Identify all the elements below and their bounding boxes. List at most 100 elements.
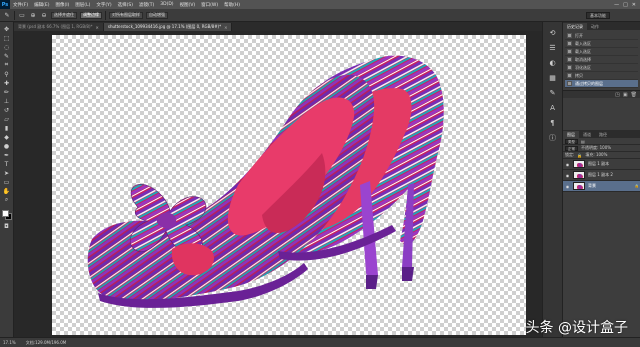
opacity-field[interactable]: 不透明度: 100% [581, 145, 611, 151]
layer-lock-row: 锁定: 🔒 填充: 100% [563, 152, 640, 159]
refine-edge-button[interactable]: 调整边缘 [80, 11, 102, 19]
history-list: 打开 载入选区 载入选区 取消选择 羽化选区 拷贝 通过拷贝的图层 [563, 30, 640, 90]
quick-mask-icon[interactable]: ◘ [1, 222, 12, 230]
menu-layer[interactable]: 图层(L) [72, 2, 93, 8]
menu-edit[interactable]: 编辑(E) [31, 2, 52, 8]
shape-tool-icon[interactable]: ▭ [1, 178, 12, 186]
visibility-eye-icon[interactable]: ◉ [565, 162, 570, 167]
history-panel-icon[interactable]: ⟲ [547, 28, 559, 37]
layer-row-selected[interactable]: ◉ 背景 🔒 [563, 181, 640, 192]
paragraph-panel-icon[interactable]: ¶ [547, 118, 559, 127]
fill-field[interactable]: 填充: 100% [585, 152, 607, 158]
separator [14, 10, 15, 20]
history-item-label: 打开 [575, 32, 583, 38]
pen-tool-icon[interactable]: ✒ [1, 151, 12, 159]
layer-row[interactable]: ◉ 图层 1 副本 [563, 159, 640, 170]
document-canvas[interactable] [52, 35, 526, 335]
close-button[interactable]: ✕ [632, 2, 636, 8]
history-panel-footer: ◳ ▣ 🗑 [563, 90, 640, 98]
crop-tool-icon[interactable]: ⌗ [1, 61, 12, 69]
history-item[interactable]: 拷贝 [565, 72, 638, 80]
lock-icon[interactable]: 🔒 [577, 153, 582, 158]
move-tool-icon[interactable]: ✥ [1, 25, 12, 33]
canvas-area[interactable] [14, 31, 542, 337]
dodge-tool-icon[interactable]: ● [1, 142, 12, 150]
document-tab-active[interactable]: shutterstock_109934416.jpg @ 17.1% (图层 0… [103, 23, 233, 31]
add-selection-icon[interactable]: ⊕ [29, 12, 37, 19]
menu-select[interactable]: 选择(S) [115, 2, 136, 8]
brush-panel-icon[interactable]: ✎ [547, 88, 559, 97]
tab-history[interactable]: 历史记录 [563, 23, 587, 30]
menu-file[interactable]: 文件(F) [10, 2, 31, 8]
filter-icon[interactable]: ▤ [581, 139, 585, 144]
marquee-tool-icon[interactable]: ⬚ [1, 34, 12, 42]
layer-thumbnail [573, 160, 585, 168]
info-panel-icon[interactable]: ⓘ [547, 133, 559, 142]
menu-3d[interactable]: 3D(D) [157, 2, 176, 7]
brush-tool-icon[interactable]: ✏ [1, 88, 12, 96]
menu-help[interactable]: 帮助(H) [221, 2, 243, 8]
new-snapshot-icon[interactable]: ◳ [615, 92, 620, 98]
tab-channels[interactable]: 通道 [579, 131, 595, 138]
tab-layers[interactable]: 图层 [563, 131, 579, 138]
zoom-level[interactable]: 17.1% [3, 340, 16, 345]
layers-panel: 图层 通道 路径 类型 ▤ 正常 不透明度: 100% 锁定: 🔒 填充: 10… [563, 130, 640, 330]
camera-icon[interactable]: ▣ [623, 92, 628, 98]
trash-icon[interactable]: 🗑 [631, 92, 637, 98]
adjustments-panel-icon[interactable]: ◐ [547, 58, 559, 67]
layer-row[interactable]: ◉ 图层 1 副本 2 [563, 170, 640, 181]
tab-paths[interactable]: 路径 [595, 131, 611, 138]
menu-image[interactable]: 图像(I) [52, 2, 72, 8]
document-tab[interactable]: 背景 (psd 副本 66.7% (图层 1, RGB/8)* ✕ [14, 23, 104, 31]
swatches-panel-icon[interactable]: ▦ [547, 73, 559, 82]
close-icon[interactable]: ✕ [96, 25, 99, 30]
layer-thumbnail [573, 171, 585, 179]
lasso-tool-icon[interactable]: ◌ [1, 43, 12, 51]
workspace-dropdown[interactable]: 基本功能 [586, 11, 610, 19]
history-item-selected[interactable]: 通过拷贝的图层 [565, 80, 638, 88]
layers-panel-tabs: 图层 通道 路径 [563, 130, 640, 138]
foreground-color-swatch[interactable] [1, 210, 9, 217]
visibility-eye-icon[interactable]: ◉ [565, 173, 570, 178]
history-item[interactable]: 载入选区 [565, 40, 638, 48]
maximize-button[interactable]: □ [623, 2, 628, 8]
zoom-tool-icon[interactable]: ⌕ [1, 196, 12, 204]
history-item[interactable]: 打开 [565, 32, 638, 40]
healing-brush-tool-icon[interactable]: ✚ [1, 79, 12, 87]
history-item[interactable]: 载入选区 [565, 48, 638, 56]
history-item-label: 载入选区 [575, 48, 591, 54]
clone-stamp-tool-icon[interactable]: ⊥ [1, 97, 12, 105]
gradient-tool-icon[interactable]: ▮ [1, 124, 12, 132]
layer-kind-dropdown[interactable]: 类型 [565, 138, 578, 144]
history-state-icon [567, 73, 572, 78]
select-and-mask-button[interactable]: 选择并遮住 [51, 11, 77, 19]
close-icon[interactable]: ✕ [224, 25, 227, 30]
eraser-tool-icon[interactable]: ▱ [1, 115, 12, 123]
history-brush-tool-icon[interactable]: ↺ [1, 106, 12, 114]
new-selection-icon[interactable]: ▭ [18, 12, 26, 19]
menu-view[interactable]: 视图(V) [177, 2, 199, 8]
document-size: 文档:129.0M/196.0M [25, 339, 67, 345]
menu-type[interactable]: 文字(Y) [93, 2, 114, 8]
type-tool-icon[interactable]: T [1, 160, 12, 168]
character-panel-icon[interactable]: A [547, 103, 559, 112]
history-item[interactable]: 取消选择 [565, 56, 638, 64]
sample-all-layers-checkbox[interactable]: 对所有图层取样 [109, 11, 143, 19]
tab-actions[interactable]: 动作 [587, 23, 603, 30]
hand-tool-icon[interactable]: ✋ [1, 187, 12, 195]
quick-select-tool-icon[interactable]: ✎ [1, 52, 12, 60]
blend-mode-dropdown[interactable]: 正常 [565, 145, 578, 151]
history-item[interactable]: 羽化选区 [565, 64, 638, 72]
path-selection-tool-icon[interactable]: ➤ [1, 169, 12, 177]
visibility-eye-icon[interactable]: ◉ [565, 184, 570, 189]
properties-panel-icon[interactable]: ☰ [547, 43, 559, 52]
menu-window[interactable]: 窗口(W) [198, 2, 221, 8]
blur-tool-icon[interactable]: ◆ [1, 133, 12, 141]
quick-selection-tool-icon[interactable]: ✎ [3, 12, 11, 19]
menu-filter[interactable]: 滤镜(T) [136, 2, 157, 8]
subtract-selection-icon[interactable]: ⊖ [40, 12, 48, 19]
color-swatches[interactable] [1, 209, 13, 221]
eyedropper-tool-icon[interactable]: ⚲ [1, 70, 12, 78]
minimize-button[interactable]: — [614, 2, 619, 8]
auto-enhance-checkbox[interactable]: 自动增强 [146, 11, 168, 19]
